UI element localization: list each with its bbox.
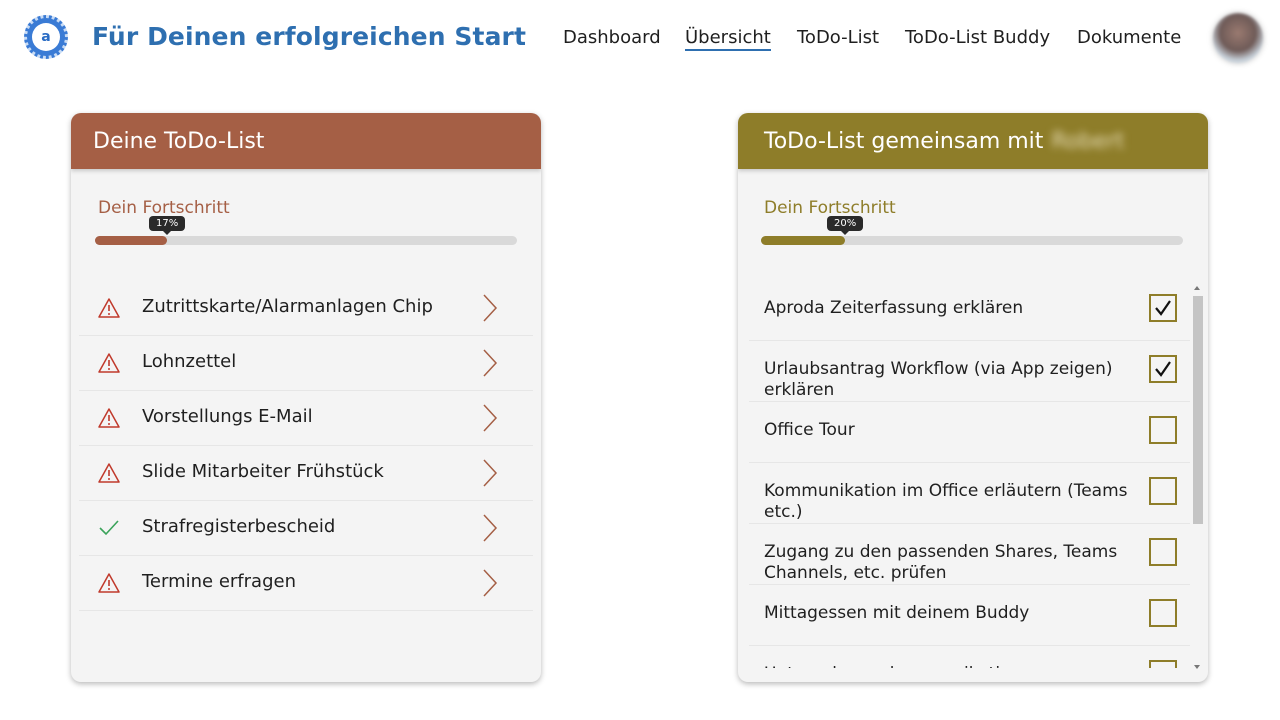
checkmark-icon (99, 520, 119, 536)
todo-item[interactable]: Zutrittskarte/Alarmanlagen Chip (79, 281, 533, 336)
checklist-item-label: Unternehmenskommunikation (764, 664, 1134, 668)
user-avatar[interactable] (1213, 13, 1263, 63)
logo-letter: a (32, 23, 60, 51)
chevron-right-icon[interactable] (480, 403, 500, 433)
warning-triangle-icon (98, 408, 120, 428)
checklist-item-label: Urlaubsantrag Workflow (via App zeigen) … (764, 359, 1113, 400)
checklist-checkbox[interactable] (1149, 660, 1177, 668)
buddy-checklist: Aproda Zeiterfassung erklären Urlaubsantr… (749, 280, 1190, 668)
chevron-right-icon[interactable] (480, 458, 500, 488)
nav-todo-list[interactable]: ToDo-List (797, 27, 879, 48)
checklist-item-label: Zugang zu den passenden Shares, Teams Ch… (764, 542, 1118, 583)
checklist-item[interactable]: Kommunikation im Office erläutern (Teams… (749, 463, 1190, 524)
checklist-item[interactable]: Urlaubsantrag Workflow (via App zeigen) … (749, 341, 1190, 402)
nav-dashboard[interactable]: Dashboard (563, 27, 661, 48)
progress-bar (95, 236, 517, 245)
progress-bar-fill (761, 236, 845, 245)
todo-item[interactable]: Lohnzettel (79, 336, 533, 391)
progress-tooltip: 20% (827, 216, 864, 235)
chevron-right-icon[interactable] (480, 293, 500, 323)
warning-triangle-icon (98, 463, 120, 483)
nav-todo-list-buddy[interactable]: ToDo-List Buddy (905, 27, 1050, 48)
checklist-checkbox[interactable] (1149, 416, 1177, 444)
checklist-item[interactable]: Mittagessen mit deinem Buddy (749, 585, 1190, 646)
checklist-checkbox[interactable] (1149, 477, 1177, 505)
checklist-checkbox[interactable] (1149, 355, 1177, 383)
todo-item-label: Vorstellungs E-Mail (142, 406, 313, 427)
checklist-checkbox[interactable] (1149, 538, 1177, 566)
chevron-right-icon[interactable] (480, 568, 500, 598)
warning-triangle-icon (98, 298, 120, 318)
checkbox-check-icon (1155, 300, 1171, 316)
checklist-item[interactable]: Zugang zu den passenden Shares, Teams Ch… (749, 524, 1190, 585)
page-title: Für Deinen erfolgreichen Start (92, 22, 527, 51)
app-logo[interactable]: a (24, 15, 68, 59)
checkbox-check-icon (1155, 361, 1171, 377)
progress-bar-fill (95, 236, 167, 245)
checklist-item[interactable]: Unternehmenskommunikation (749, 646, 1190, 668)
todo-item-label: Strafregisterbescheid (142, 516, 336, 537)
checklist-item-label: Kommunikation im Office erläutern (Teams… (764, 481, 1128, 522)
todo-item-label: Slide Mitarbeiter Frühstück (142, 461, 384, 482)
warning-triangle-icon (98, 573, 120, 593)
checklist-item[interactable]: Aproda Zeiterfassung erklären (749, 280, 1190, 341)
checklist-scrollbar[interactable] (1193, 286, 1203, 669)
checklist-item-label: Office Tour (764, 420, 855, 440)
todo-item-label: Lohnzettel (142, 351, 237, 372)
todo-item[interactable]: Strafregisterbescheid (79, 501, 533, 556)
my-todo-card: Deine ToDo-List Dein Fortschritt 17% Zut… (71, 113, 541, 682)
progress-bar (761, 236, 1183, 245)
checklist-checkbox[interactable] (1149, 599, 1177, 627)
progress-tooltip: 17% (149, 216, 186, 235)
checklist-item-label: Mittagessen mit deinem Buddy (764, 603, 1030, 623)
todo-list: Zutrittskarte/Alarmanlagen Chip Lohnzette… (79, 281, 533, 611)
buddy-todo-card-title: ToDo-List gemeinsam mit Robert (738, 113, 1208, 169)
chevron-right-icon[interactable] (480, 348, 500, 378)
warning-triangle-icon (98, 353, 120, 373)
scrollbar-thumb[interactable] (1193, 296, 1203, 524)
nav-uebersicht[interactable]: Übersicht (685, 27, 771, 51)
my-todo-card-title: Deine ToDo-List (71, 113, 541, 169)
todo-item-label: Termine erfragen (142, 571, 296, 592)
nav-dokumente[interactable]: Dokumente (1077, 27, 1181, 48)
scroll-up-arrow-icon[interactable] (1194, 286, 1200, 290)
scroll-down-arrow-icon[interactable] (1194, 665, 1200, 669)
todo-item-label: Zutrittskarte/Alarmanlagen Chip (142, 296, 433, 317)
checklist-item[interactable]: Office Tour (749, 402, 1190, 463)
buddy-card-title-text: ToDo-List gemeinsam mit (764, 128, 1044, 154)
chevron-right-icon[interactable] (480, 513, 500, 543)
buddy-todo-card: ToDo-List gemeinsam mit Robert Dein Fort… (738, 113, 1208, 682)
buddy-name: Robert (1051, 128, 1125, 154)
todo-item[interactable]: Termine erfragen (79, 556, 533, 611)
todo-item[interactable]: Slide Mitarbeiter Frühstück (79, 446, 533, 501)
todo-item[interactable]: Vorstellungs E-Mail (79, 391, 533, 446)
progress-label: Dein Fortschritt (764, 198, 896, 218)
checklist-item-label: Aproda Zeiterfassung erklären (764, 298, 1024, 318)
progress-label: Dein Fortschritt (98, 198, 230, 218)
checklist-checkbox[interactable] (1149, 294, 1177, 322)
